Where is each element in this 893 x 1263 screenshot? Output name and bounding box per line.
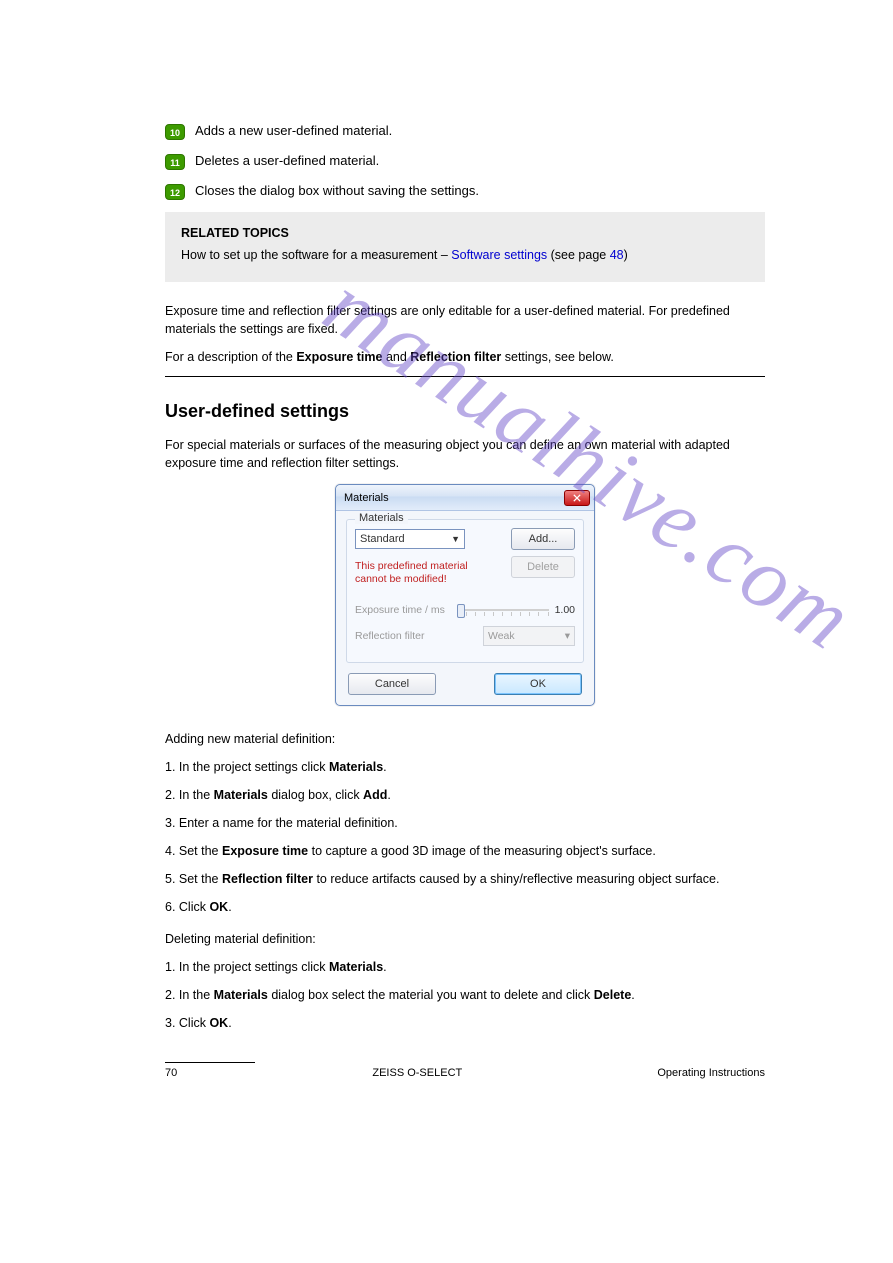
step-1-2: 2. In the Materials dialog box, click Ad… — [165, 786, 765, 804]
callout-body: How to set up the software for a measure… — [181, 246, 749, 264]
s2-3c: . — [228, 1016, 231, 1030]
s1-4a: 4. Set the — [165, 844, 222, 858]
s1-4c: to capture a good 3D image of the measur… — [308, 844, 656, 858]
paragraph-1: Exposure time and reflection filter sett… — [165, 302, 765, 338]
badge-12-text: Closes the dialog box without saving the… — [195, 182, 765, 200]
material-select-value: Standard — [360, 533, 405, 545]
chevron-down-icon: ▼ — [451, 534, 460, 544]
badge-11-text: Deletes a user-defined material. — [195, 152, 765, 170]
chevron-down-icon: ▾ — [565, 630, 570, 642]
s2-3a: 3. Click — [165, 1016, 209, 1030]
related-topics-callout: RELATED TOPICS How to set up the softwar… — [165, 212, 765, 282]
s1-2a: 2. In the — [165, 788, 214, 802]
doc-footer: 70 ZEISS O-SELECT Operating Instructions — [165, 1067, 765, 1079]
materials-frame: Materials Standard ▼ Add... This predefi… — [346, 519, 584, 663]
s1-2c: dialog box, click — [268, 788, 363, 802]
step-2-1: 1. In the project settings click Materia… — [165, 958, 765, 976]
step-1-5: 5. Set the Reflection filter to reduce a… — [165, 870, 765, 888]
s2-2b: Materials — [214, 988, 268, 1002]
footnote-rule — [165, 1062, 255, 1065]
s2-3b: OK — [209, 1016, 228, 1030]
step-2-2: 2. In the Materials dialog box select th… — [165, 986, 765, 1004]
callout-body-1: How to set up the software for a measure… — [181, 248, 451, 262]
s1-6c: . — [228, 900, 231, 914]
callout-body-2: (see page — [547, 248, 610, 262]
section-rule — [165, 376, 765, 377]
dialog-title: Materials — [344, 492, 389, 504]
predefined-warning: This predefined material cannot be modif… — [355, 560, 468, 586]
s1-6b: OK — [209, 900, 228, 914]
s1-2e: . — [387, 788, 390, 802]
material-select[interactable]: Standard ▼ — [355, 529, 465, 549]
s2-2e: . — [631, 988, 634, 1002]
p2c: and — [382, 350, 410, 364]
s2-2a: 2. In the — [165, 988, 214, 1002]
callout-body-3: ) — [624, 248, 628, 262]
s1-5c: to reduce artifacts caused by a shiny/re… — [313, 872, 719, 886]
s1-5b: Reflection filter — [222, 872, 313, 886]
p2d: Reflection filter — [410, 350, 501, 364]
s1-1b: Materials — [329, 760, 383, 774]
badge-10: 10 — [165, 124, 185, 140]
close-button[interactable] — [564, 490, 590, 506]
ok-button[interactable]: OK — [494, 673, 582, 695]
step-1-4: 4. Set the Exposure time to capture a go… — [165, 842, 765, 860]
footer-center: ZEISS O-SELECT — [372, 1067, 462, 1079]
callout-title: RELATED TOPICS — [181, 226, 749, 240]
close-icon — [573, 494, 581, 502]
step-2-3: 3. Click OK. — [165, 1014, 765, 1032]
filter-value: Weak — [488, 630, 515, 642]
s1-1c: . — [383, 760, 386, 774]
callout-link[interactable]: Software settings — [451, 248, 547, 262]
delete-button: Delete — [511, 556, 575, 578]
s1-6a: 6. Click — [165, 900, 209, 914]
step-1-6: 6. Click OK. — [165, 898, 765, 916]
step-1-1: 1. In the project settings click Materia… — [165, 758, 765, 776]
filter-label: Reflection filter — [355, 630, 424, 642]
badge-12-row: 12 Closes the dialog box without saving … — [165, 182, 765, 200]
badge-12: 12 — [165, 184, 185, 200]
warn-l1: This predefined material — [355, 560, 468, 572]
badge-10-text: Adds a new user-defined material. — [195, 122, 765, 140]
warn-l2: cannot be modified! — [355, 573, 447, 585]
dialog-titlebar[interactable]: Materials — [336, 485, 594, 511]
exposure-value: 1.00 — [555, 604, 575, 616]
badge-11: 11 — [165, 154, 185, 170]
s2-1c: . — [383, 960, 386, 974]
section-intro: For special materials or surfaces of the… — [165, 436, 765, 472]
callout-page-link[interactable]: 48 — [610, 248, 624, 262]
slider-thumb — [457, 604, 465, 618]
cancel-button[interactable]: Cancel — [348, 673, 436, 695]
s1-1a: 1. In the project settings click — [165, 760, 329, 774]
steps-heading-2: Deleting material definition: — [165, 930, 765, 948]
materials-dialog: Materials Materials Standard ▼ Add... Th… — [335, 484, 595, 706]
s1-5a: 5. Set the — [165, 872, 222, 886]
footer-right: Operating Instructions — [657, 1067, 765, 1079]
exposure-label: Exposure time / ms — [355, 604, 445, 616]
p2b: Exposure time — [296, 350, 382, 364]
footer-left: 70 — [165, 1067, 177, 1079]
p2e: settings, see below. — [501, 350, 614, 364]
s2-2d: Delete — [594, 988, 632, 1002]
s2-2c: dialog box select the material you want … — [268, 988, 594, 1002]
step-1-3: 3. Enter a name for the material definit… — [165, 814, 765, 832]
frame-label: Materials — [355, 512, 408, 524]
s2-1b: Materials — [329, 960, 383, 974]
exposure-slider — [457, 600, 549, 620]
s2-1a: 1. In the project settings click — [165, 960, 329, 974]
reflection-filter-select: Weak ▾ — [483, 626, 575, 646]
section-title: User-defined settings — [165, 401, 765, 422]
s1-2b: Materials — [214, 788, 268, 802]
page-content: 10 Adds a new user-defined material. 11 … — [165, 122, 765, 1079]
badge-10-row: 10 Adds a new user-defined material. — [165, 122, 765, 140]
steps-heading-1: Adding new material definition: — [165, 730, 765, 748]
dialog-body: Materials Standard ▼ Add... This predefi… — [336, 511, 594, 705]
s1-4b: Exposure time — [222, 844, 308, 858]
dialog-footer: Cancel OK — [346, 673, 584, 695]
badge-11-row: 11 Deletes a user-defined material. — [165, 152, 765, 170]
p2a: For a description of the — [165, 350, 296, 364]
paragraph-2: For a description of the Exposure time a… — [165, 348, 765, 366]
s1-2d: Add — [363, 788, 387, 802]
add-button[interactable]: Add... — [511, 528, 575, 550]
